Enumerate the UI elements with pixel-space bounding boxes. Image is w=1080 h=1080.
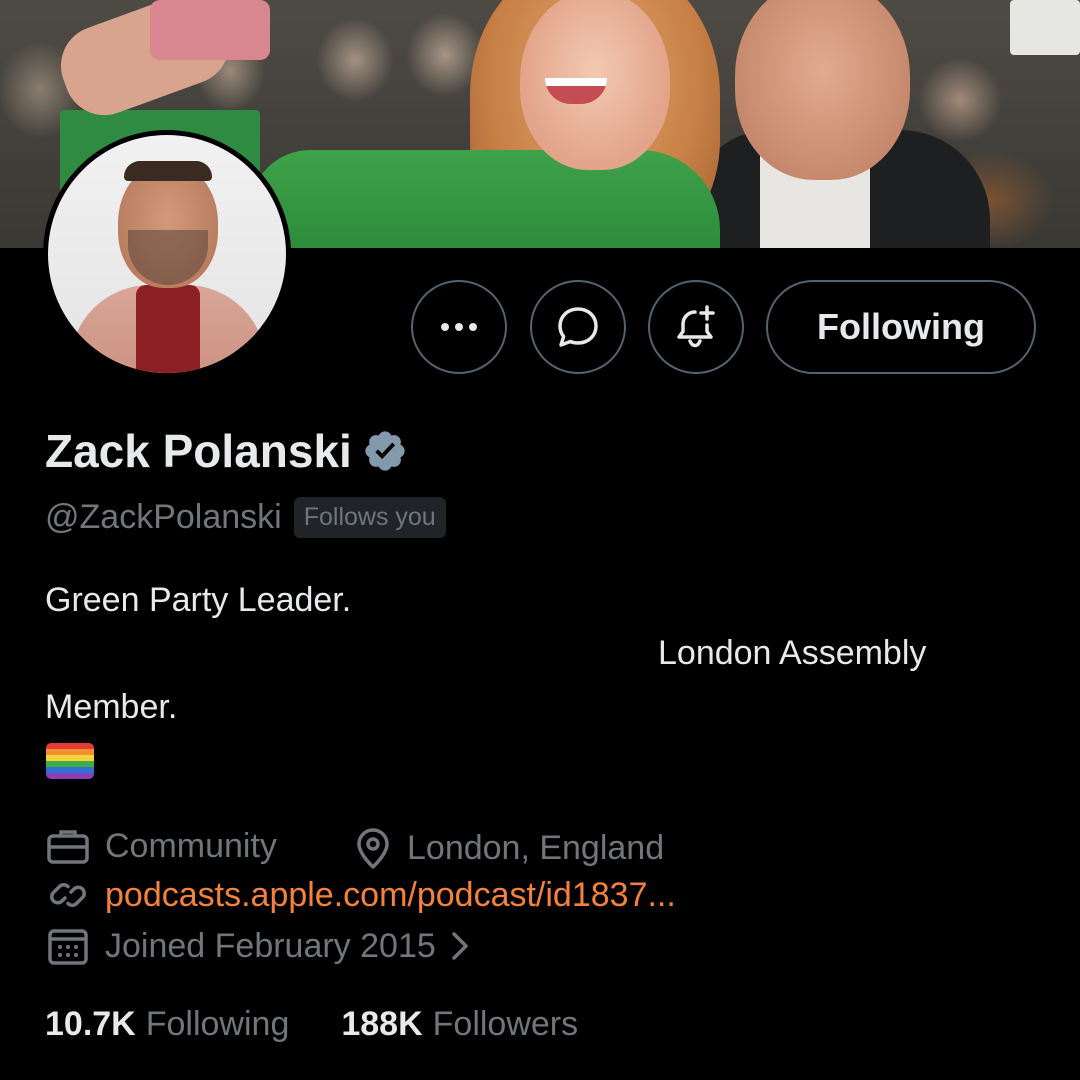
category-label: Community xyxy=(105,826,277,865)
verified-badge-icon[interactable] xyxy=(362,428,408,474)
location-label: London, England xyxy=(407,828,665,867)
message-icon xyxy=(558,307,598,347)
banner-person xyxy=(250,150,720,248)
avatar-photo xyxy=(48,135,286,373)
bell-plus-icon xyxy=(677,305,715,348)
bio-line: Green Party Leader. xyxy=(45,581,352,619)
message-button[interactable] xyxy=(530,280,626,374)
profile-category: Community xyxy=(45,826,277,866)
profile-location: London, England xyxy=(353,826,664,870)
following-button[interactable]: Following xyxy=(766,280,1036,374)
banner-sign xyxy=(1010,0,1080,55)
chevron-right-icon xyxy=(452,932,468,960)
following-stat[interactable]: 10.7K Following xyxy=(45,1005,289,1044)
link-icon xyxy=(50,883,86,907)
followers-label: Followers xyxy=(432,1005,579,1043)
profile-name-row: Zack Polanski xyxy=(45,424,408,478)
profile-website: podcasts.apple.com/podcast/id1837... xyxy=(45,872,676,918)
profile-handle: @ZackPolanski xyxy=(45,498,282,536)
location-pin-icon xyxy=(357,828,389,869)
more-button[interactable] xyxy=(411,280,507,374)
followers-stat[interactable]: 188K Followers xyxy=(341,1005,578,1044)
profile-joined[interactable]: Joined February 2015 xyxy=(45,923,472,969)
following-count: 10.7K xyxy=(45,1005,136,1043)
more-horizontal-icon xyxy=(441,323,477,331)
handle-row: @ZackPolanski Follows you xyxy=(45,497,446,538)
banner-person xyxy=(735,0,910,180)
bio-line: London Assembly xyxy=(658,634,927,672)
briefcase-icon xyxy=(47,830,89,864)
avatar[interactable] xyxy=(43,130,291,378)
banner-phone xyxy=(150,0,270,60)
follows-you-badge: Follows you xyxy=(293,497,446,538)
following-label: Following xyxy=(145,1005,290,1043)
profile-name: Zack Polanski xyxy=(45,425,352,477)
bio-line: Member. xyxy=(45,688,178,726)
calendar-icon xyxy=(48,929,88,965)
notify-button[interactable] xyxy=(648,280,744,374)
joined-label: Joined February 2015 xyxy=(105,926,436,965)
profile-stats: 10.7K Following 188K Followers xyxy=(45,1005,630,1044)
rainbow-flag-icon xyxy=(46,743,94,779)
followers-count: 188K xyxy=(341,1005,423,1043)
website-link[interactable]: podcasts.apple.com/podcast/id1837... xyxy=(105,876,676,915)
